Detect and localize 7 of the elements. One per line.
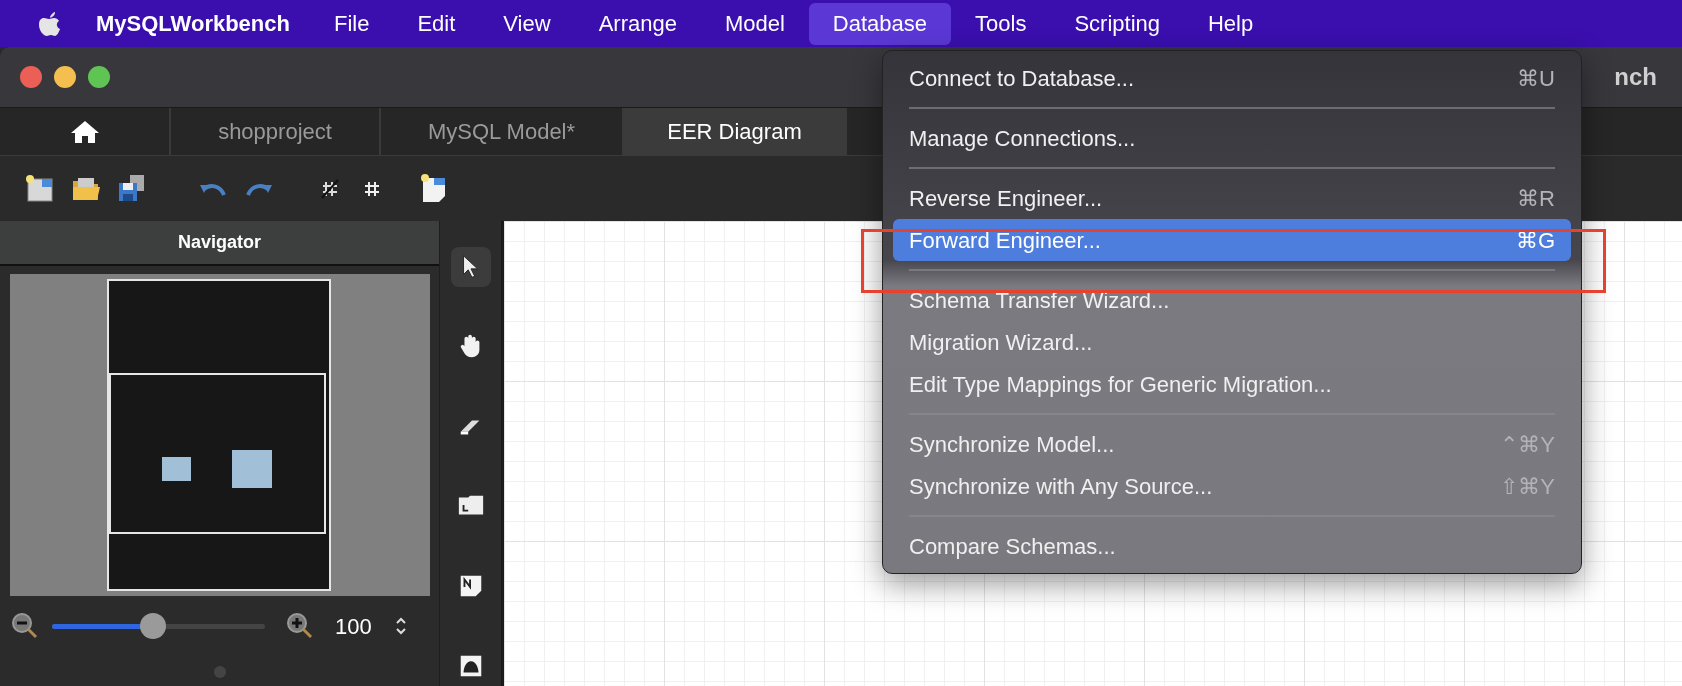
- shortcut-label: ⌘R: [1517, 184, 1555, 213]
- shortcut-label: ⇧⌘Y: [1500, 472, 1555, 501]
- panel-header: Navigator: [0, 221, 439, 266]
- shortcut-label: ⌃⌘Y: [1500, 430, 1555, 459]
- shortcut-label: ⌘U: [1517, 64, 1555, 93]
- window-title: nch: [1614, 62, 1657, 92]
- shortcut-label: ⌘G: [1515, 226, 1555, 255]
